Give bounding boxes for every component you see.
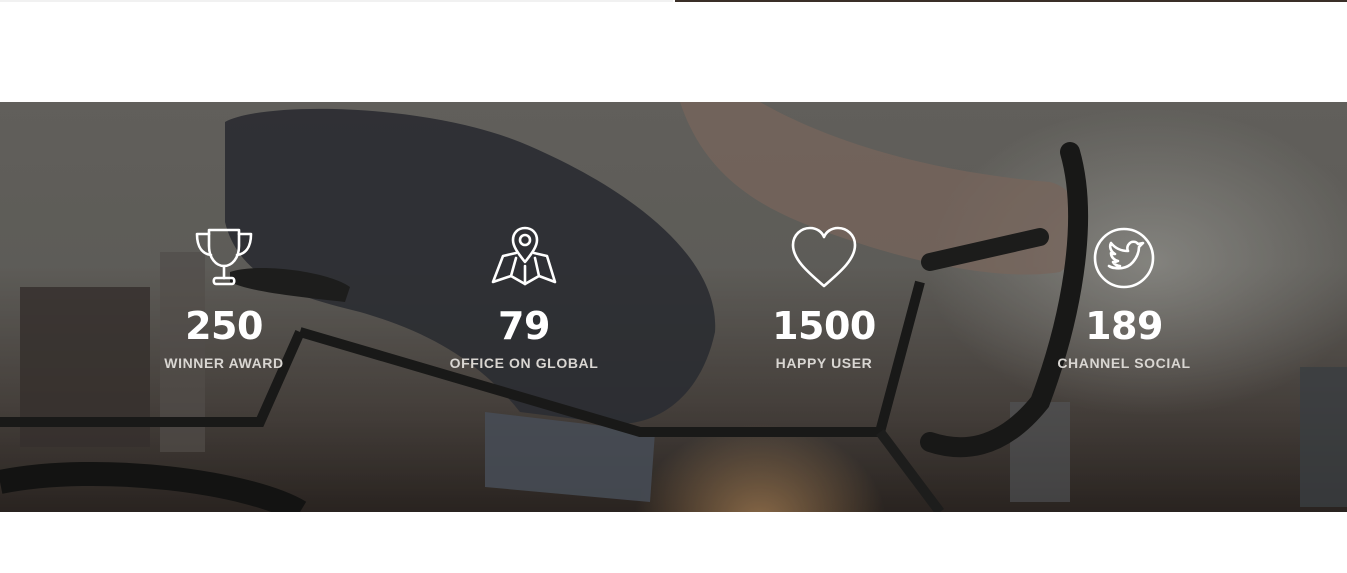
stat-channel-social: 189 CHANNEL SOCIAL <box>994 226 1254 371</box>
stat-value: 79 <box>498 304 550 348</box>
stat-winner-award: 250 WINNER AWARD <box>94 226 354 371</box>
top-divider-right <box>675 0 1347 2</box>
trophy-icon <box>195 228 253 286</box>
stat-happy-user: 1500 HAPPY USER <box>694 226 954 371</box>
top-divider-left <box>0 0 673 2</box>
stat-value: 1500 <box>772 304 876 348</box>
stat-value: 189 <box>1085 304 1163 348</box>
twitter-bird-icon <box>1093 227 1155 289</box>
stats-section: 250 WINNER AWARD 79 OFFICE ON GLOBAL 150… <box>0 102 1347 512</box>
stat-label: HAPPY USER <box>775 355 873 371</box>
stat-label: WINNER AWARD <box>164 355 284 371</box>
heart-icon <box>791 226 857 288</box>
stat-label: CHANNEL SOCIAL <box>1057 355 1191 371</box>
stat-office-global: 79 OFFICE ON GLOBAL <box>394 226 654 371</box>
stat-value: 250 <box>185 304 263 348</box>
map-pin-icon <box>491 226 557 286</box>
stat-label: OFFICE ON GLOBAL <box>449 355 599 371</box>
